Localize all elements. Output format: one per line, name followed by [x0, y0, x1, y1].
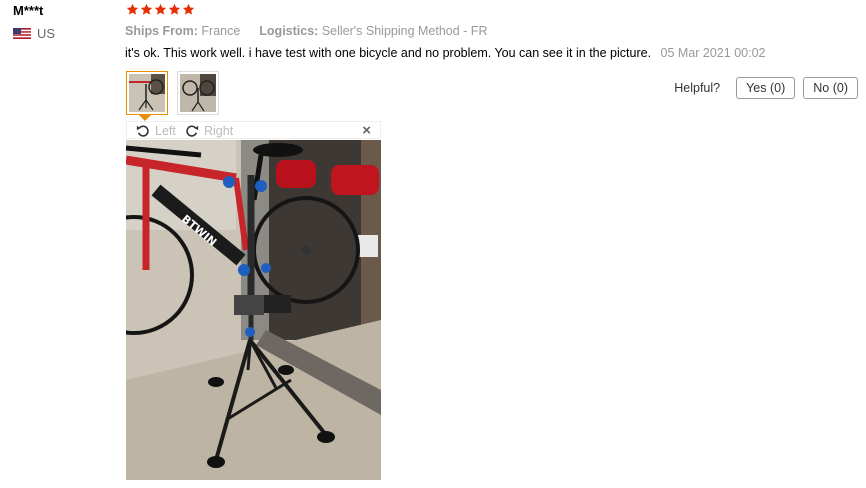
logistics-value: Seller's Shipping Method - FR [321, 24, 488, 38]
star-icon [126, 3, 139, 15]
rotate-right-label: Right [204, 123, 234, 138]
ships-from-value: France [201, 24, 241, 38]
helpful-yes-button[interactable]: Yes (0) [736, 77, 796, 99]
review-photo: BTWIN [126, 140, 381, 480]
shipping-meta: Ships From: France Logistics: Seller's S… [125, 24, 487, 38]
bike-repair-stand-photo: BTWIN [126, 140, 381, 480]
star-icon [140, 3, 153, 15]
reviewer-name: M***t [13, 3, 44, 18]
photo-thumbnail [180, 74, 216, 112]
rotate-left-label: Left [155, 123, 176, 138]
reviewer-country: US [13, 26, 55, 41]
review-date: 05 Mar 2021 00:02 [660, 46, 766, 60]
helpful-vote: Helpful? Yes (0) No (0) [674, 77, 858, 99]
helpful-no-button[interactable]: No (0) [803, 77, 858, 99]
review-text: it's ok. This work well. i have test wit… [125, 46, 652, 60]
review-body: it's ok. This work well. i have test wit… [125, 46, 765, 60]
close-viewer-button[interactable]: × [362, 122, 371, 139]
thumbnail-1[interactable] [126, 71, 168, 115]
rotate-right-icon [186, 125, 199, 137]
star-icon [182, 3, 195, 15]
image-viewer-toolbar: Left Right × [126, 121, 381, 139]
rotate-right-button[interactable]: Right [185, 122, 233, 139]
rotate-left-button[interactable]: Left [136, 122, 176, 139]
photo-thumbnail [129, 74, 165, 112]
us-flag-icon [13, 28, 31, 39]
star-icon [168, 3, 181, 15]
helpful-label: Helpful? [674, 81, 721, 95]
rotate-left-icon [136, 125, 149, 137]
star-rating [126, 3, 196, 16]
country-code: US [37, 26, 56, 41]
ships-from-label: Ships From: [125, 24, 198, 38]
logistics-label: Logistics: [259, 24, 319, 38]
thumbnail-2[interactable] [177, 71, 219, 115]
star-icon [154, 3, 167, 15]
